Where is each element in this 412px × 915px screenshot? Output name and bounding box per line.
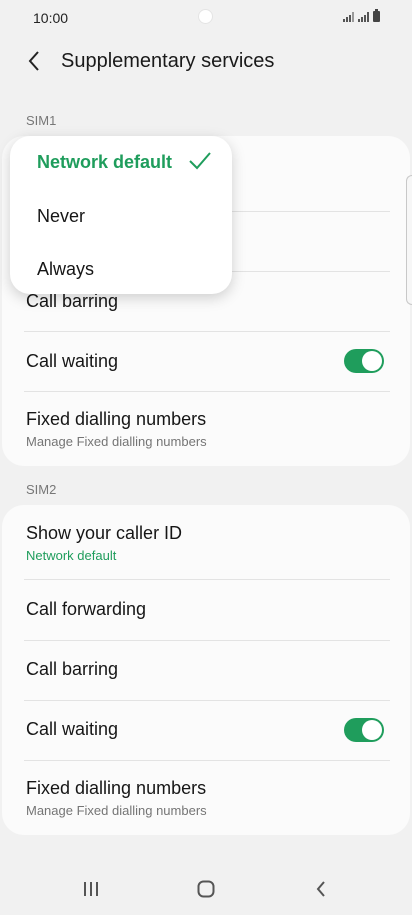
toggle-knob [362,720,382,740]
toggle-knob [362,351,382,371]
row-subtitle: Manage Fixed dialling numbers [26,434,207,449]
sim2-call-barring-row[interactable]: Call barring [2,641,410,701]
call-waiting-toggle[interactable] [344,349,384,373]
page-title: Supplementary services [61,50,275,72]
back-button[interactable] [20,46,48,76]
caller-id-options-popup: Network default Never Always [10,136,232,294]
recent-apps-icon [84,882,98,896]
sim2-call-waiting-row[interactable]: Call waiting [2,701,410,761]
section-label-sim2: SIM2 [26,482,57,497]
section-label-sim1: SIM1 [26,113,57,128]
sim2-call-forwarding-row[interactable]: Call forwarding [2,580,410,640]
sim1-call-waiting-row[interactable]: Call waiting [2,332,410,392]
row-title: Call waiting [26,351,119,371]
call-waiting-toggle[interactable] [344,718,384,742]
signal-strength-icon [343,12,354,22]
sim2-caller-id-row[interactable]: Show your caller ID Network default [2,505,410,579]
row-title: Fixed dialling numbers [26,409,207,429]
home-button[interactable] [191,876,221,902]
back-icon [316,881,325,897]
navigation-bar [0,864,412,915]
signal-strength-icon [358,12,369,22]
home-icon [197,880,215,898]
battery-icon [373,9,380,22]
row-title: Call forwarding [26,599,147,619]
status-time: 10:00 [33,10,69,26]
app-header: Supplementary services [0,40,412,84]
row-title: Call barring [26,291,119,311]
sim2-fixed-dialling-row[interactable]: Fixed dialling numbers Manage Fixed dial… [2,761,410,835]
status-bar: 10:00 [0,0,412,36]
front-camera [198,9,213,24]
sim2-settings-card: Show your caller ID Network default Call… [2,505,410,835]
option-network-default[interactable]: Network default [37,152,172,173]
chevron-left-icon [28,51,39,71]
sim1-fixed-dialling-row[interactable]: Fixed dialling numbers Manage Fixed dial… [2,392,410,466]
recent-apps-button[interactable] [76,876,106,902]
back-nav-button[interactable] [306,876,336,902]
row-title: Show your caller ID [26,523,183,543]
row-title: Call barring [26,659,119,679]
checkmark-icon [189,152,211,170]
row-subtitle: Network default [26,548,117,563]
row-subtitle: Manage Fixed dialling numbers [26,803,207,818]
scroll-indicator[interactable] [406,175,412,305]
row-title: Fixed dialling numbers [26,778,207,798]
status-icons [343,9,380,22]
option-never[interactable]: Never [37,206,85,227]
row-title: Call waiting [26,719,119,739]
option-always[interactable]: Always [37,259,94,280]
